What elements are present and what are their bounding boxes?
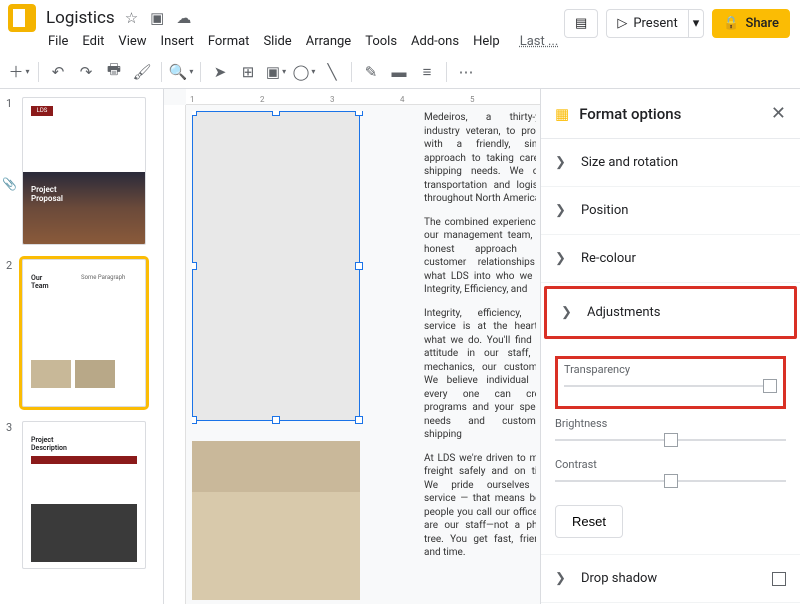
panel-title: Format options: [579, 105, 681, 123]
selected-image[interactable]: [192, 111, 360, 421]
attachment-icon: 📎: [2, 177, 17, 191]
play-icon: ▷: [617, 16, 627, 31]
slide-thumbnail-1[interactable]: LDS Project Proposal: [22, 97, 146, 245]
chevron-right-icon: ❯: [555, 155, 567, 170]
reset-button[interactable]: Reset: [555, 505, 623, 538]
section-size-rotation[interactable]: ❯ Size and rotation: [541, 139, 800, 187]
section-adjustments[interactable]: ❯ Adjustments: [544, 286, 797, 339]
contrast-slider[interactable]: [555, 471, 786, 491]
last-edit[interactable]: Last ...: [520, 34, 559, 49]
close-icon[interactable]: ✕: [771, 103, 786, 124]
chevron-right-icon: ❯: [555, 251, 567, 266]
menu-help[interactable]: Help: [473, 34, 500, 49]
adjustments-body: Transparency Brightness Contrast Reset: [541, 342, 800, 555]
chevron-right-icon: ❯: [555, 203, 567, 218]
transparency-slider[interactable]: [564, 376, 777, 396]
textbox-tool[interactable]: ⊞: [235, 59, 261, 85]
print-button[interactable]: 🖶: [101, 59, 127, 85]
cloud-icon: ☁: [176, 9, 191, 27]
slide-body-text: Medeiros, a thirty-year industry veteran…: [424, 111, 536, 570]
ruler-vertical: [164, 105, 186, 604]
section-recolour[interactable]: ❯ Re-colour: [541, 235, 800, 283]
toolbar: ＋ ↶ ↷ 🖶 🖌 🔍 ➤ ⊞ ▣ ◯ ╲ ✎ ▬ ≡ ⋯: [0, 55, 800, 89]
menu-slide[interactable]: Slide: [263, 34, 291, 49]
mask-button[interactable]: ▬: [386, 59, 412, 85]
format-options-icon: ▦: [555, 105, 569, 123]
move-icon[interactable]: ▣: [150, 9, 164, 27]
paint-format-button[interactable]: 🖌: [129, 59, 155, 85]
crop-button[interactable]: ✎: [358, 59, 384, 85]
zoom-button[interactable]: 🔍: [168, 59, 194, 85]
menu-tools[interactable]: Tools: [365, 34, 397, 49]
comments-button[interactable]: ▤: [564, 9, 598, 38]
image-tool[interactable]: ▣: [263, 59, 289, 85]
format-options-panel: ▦ Format options ✕ ❯ Size and rotation ❯…: [540, 89, 800, 604]
slides-app-icon: [8, 4, 36, 32]
menu-file[interactable]: File: [48, 34, 68, 49]
menu-view[interactable]: View: [118, 34, 146, 49]
new-slide-button[interactable]: ＋: [6, 59, 32, 85]
redo-button[interactable]: ↷: [73, 59, 99, 85]
slide-thumbnail-3[interactable]: Project Description: [22, 421, 146, 569]
lock-icon: 🔒: [723, 16, 739, 31]
undo-button[interactable]: ↶: [45, 59, 71, 85]
share-button[interactable]: 🔒Share: [712, 9, 790, 38]
select-tool[interactable]: ➤: [207, 59, 233, 85]
line-tool[interactable]: ╲: [319, 59, 345, 85]
chevron-down-icon: ❯: [561, 305, 573, 320]
shape-tool[interactable]: ◯: [291, 59, 317, 85]
menu-insert[interactable]: Insert: [161, 34, 194, 49]
comment-icon: ▤: [575, 16, 587, 31]
slide-canvas[interactable]: 12345 Medeiros, a thirty-year industry v…: [164, 89, 540, 604]
present-dropdown[interactable]: ▾: [688, 9, 705, 38]
border-button[interactable]: ≡: [414, 59, 440, 85]
ruler-horizontal: 12345: [186, 89, 540, 105]
drop-shadow-checkbox[interactable]: [772, 572, 786, 586]
menu-format[interactable]: Format: [208, 34, 250, 49]
chevron-right-icon: ❯: [555, 571, 567, 586]
section-drop-shadow[interactable]: ❯ Drop shadow: [541, 555, 800, 603]
slide-thumbnail-2[interactable]: Our Team Some Paragraph: [22, 259, 146, 407]
star-icon[interactable]: ☆: [125, 9, 138, 27]
more-button[interactable]: ⋯: [453, 59, 479, 85]
menu-addons[interactable]: Add-ons: [411, 34, 459, 49]
document-title[interactable]: Logistics: [46, 8, 115, 28]
slide-image-2[interactable]: [192, 441, 360, 600]
contrast-label: Contrast: [555, 458, 786, 471]
section-position[interactable]: ❯ Position: [541, 187, 800, 235]
slide-thumbnails: 📎 1 LDS Project Proposal 2 Our Team Some…: [0, 89, 164, 604]
transparency-label: Transparency: [564, 363, 777, 376]
menu-arrange[interactable]: Arrange: [306, 34, 351, 49]
brightness-slider[interactable]: [555, 430, 786, 450]
menu-edit[interactable]: Edit: [82, 34, 104, 49]
section-reflection[interactable]: ❯ Reflection: [541, 603, 800, 604]
present-button[interactable]: ▷Present: [606, 9, 687, 38]
brightness-label: Brightness: [555, 417, 786, 430]
